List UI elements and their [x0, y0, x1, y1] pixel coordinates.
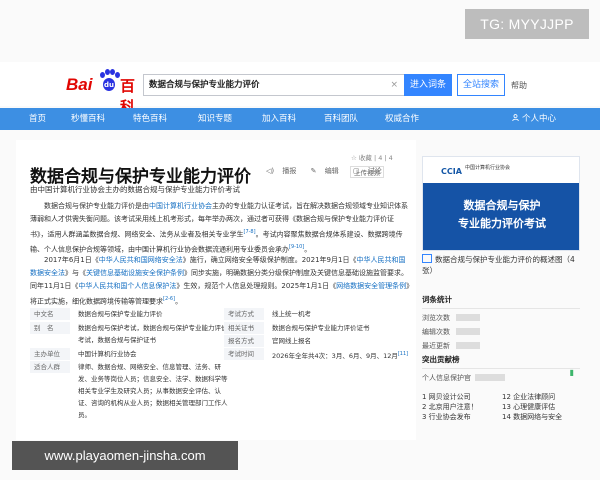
info-key: 适合人群: [30, 361, 70, 373]
main-nav: 首页 秒懂百科 特色百科 知识专题 加入百科 百科团队 权威合作 个人中心: [0, 108, 600, 130]
search-input[interactable]: 数据合规与保护专业能力评价 ×: [143, 74, 404, 96]
info-key: 报名方式: [224, 335, 264, 347]
info-value: 2026年全年共4次：3月、6月、9月、12月[11]: [272, 351, 409, 361]
link-ccia[interactable]: 中国计算机行业协会: [149, 202, 212, 210]
nav-item-team[interactable]: 百科团队: [324, 108, 358, 130]
hot-item[interactable]: 2 北京用户注意！: [422, 402, 478, 412]
article-panel: 数据合规与保护专业能力评价 ◁) 播报 ✎ 编辑 ▢ 讨论 ☆ 收藏 | 4 |…: [16, 140, 416, 440]
citation[interactable]: [9-10]: [289, 244, 304, 250]
info-value: 律师、数据合规、网络安全、信息管理、法务、研: [78, 363, 221, 371]
user-center-label: 个人中心: [521, 114, 556, 124]
poster-title-line1: 数据合规与保护: [463, 199, 541, 212]
paragraph-intro: 数据合规与保护专业能力评价是由中国计算机行业协会主办的专业能力认证考试，旨在解决…: [30, 202, 408, 254]
hot-item[interactable]: 1 网贝设计公司: [422, 392, 478, 402]
hot-item[interactable]: 12 企业法律顾问: [502, 392, 562, 402]
link-cii-regulation[interactable]: 关键信息基础设施安全保护条例: [86, 269, 184, 277]
clear-icon[interactable]: ×: [390, 75, 398, 95]
logo-bai-text: Bai: [66, 75, 93, 94]
enter-entry-button[interactable]: 进入词条: [404, 74, 452, 96]
info-key: 中文名: [30, 308, 70, 320]
info-key: 考试方式: [224, 308, 264, 320]
info-value: 考试，数据合规与保护证书: [78, 336, 156, 344]
bookmark-icon: ▮: [569, 368, 574, 377]
redacted-value: [456, 342, 480, 349]
search-input-value: 数据合规与保护专业能力评价: [149, 80, 260, 90]
nav-item-miaodong[interactable]: 秒懂百科: [71, 108, 105, 130]
contrib-label: 个人信息保护官: [422, 374, 471, 382]
nav-item-topics[interactable]: 知识专题: [198, 108, 232, 130]
ccia-logo: CCIA: [441, 167, 462, 176]
help-link[interactable]: 帮助: [511, 80, 527, 91]
info-value: 相关专业学生及研究人员；从事数据安全评估、认: [78, 387, 221, 395]
upload-video-button[interactable]: 上传视频: [350, 166, 384, 178]
speaker-icon: ◁): [266, 167, 275, 175]
paw-icon: du: [99, 69, 120, 92]
page: TG: MYYJJPP Bai du 百科 数据合规与保护专业能力评价 × 进入…: [0, 0, 600, 480]
redacted-value: [475, 374, 505, 381]
collect-like-share[interactable]: ☆ 收藏 | 4 | 4: [351, 152, 393, 162]
info-value: 员。: [78, 411, 91, 419]
info-key: 考试时间: [224, 348, 264, 360]
hot-item[interactable]: 3 行业协会发布: [422, 412, 478, 422]
redacted-value: [456, 328, 480, 335]
nav-item-join[interactable]: 加入百科: [262, 108, 296, 130]
contrib-title: 突出贡献榜: [422, 354, 580, 369]
info-value: 证、咨询的机构从业人员；数据相关管理部门工作人: [78, 399, 228, 407]
album-icon: [422, 254, 432, 263]
info-value: 数据合规与保护考试，数据合规与保护专业能力评价: [78, 324, 228, 332]
info-value: 数据合规与保护专业能力评价: [78, 310, 163, 318]
edit-button[interactable]: ✎ 编辑: [311, 167, 345, 175]
citation[interactable]: [2-6]: [163, 296, 175, 302]
link-cybersecurity-law[interactable]: 中华人民共和国网络安全法: [99, 256, 183, 264]
entry-stats: 词条统计 浏览次数 编辑次数 最近更新: [422, 294, 580, 351]
link-pipl[interactable]: 中华人民共和国个人信息保护法: [78, 282, 176, 290]
poster-title-line2: 专业能力评价考试: [458, 217, 546, 230]
stats-edits-label: 编辑次数: [422, 328, 450, 336]
nav-item-home[interactable]: 首页: [29, 108, 46, 130]
redacted-value: [456, 314, 480, 321]
header: Bai du 百科 数据合规与保护专业能力评价 × 进入词条 全站搜索 帮助: [0, 62, 600, 116]
poster-org: 中国计算机行业协会: [465, 165, 511, 171]
info-value: 数据合规与保护专业能力评价证书: [272, 324, 370, 332]
nav-item-partners[interactable]: 权威合作: [385, 108, 419, 130]
info-key: 别 名: [30, 322, 70, 334]
citation[interactable]: [7-8]: [244, 229, 256, 235]
summary-image[interactable]: CCIA 中国计算机行业协会 数据合规与保护 专业能力评价考试: [422, 156, 580, 251]
hot-item[interactable]: 13 心理健康评估: [502, 402, 562, 412]
pencil-icon: ✎: [310, 167, 317, 175]
person-icon: [512, 108, 519, 130]
citation[interactable]: [11]: [398, 351, 408, 357]
album-link[interactable]: 数据合规与保护专业能力评价的概述图（4张）: [422, 254, 580, 276]
watermark-badge: TG: MYYJJPP: [465, 9, 589, 39]
watermark-url: www.playaomen-jinsha.com: [12, 441, 238, 470]
article-subtitle: 由中国计算机行业协会主办的数据合规与保护专业能力评价考试: [30, 185, 240, 194]
link-network-data-regulation[interactable]: 网络数据安全管理条例: [336, 282, 406, 290]
hot-item[interactable]: 14 数据网络与安全: [502, 412, 562, 422]
stats-updated-label: 最近更新: [422, 342, 450, 350]
info-key: 相关证书: [224, 322, 264, 334]
info-value: 中国计算机行业协会: [78, 350, 137, 358]
info-value: 官网线上报名: [272, 337, 311, 345]
baidu-baike-logo[interactable]: Bai du 百科: [66, 69, 144, 116]
info-key: 主办单位: [30, 348, 70, 360]
nav-item-featured[interactable]: 特色百科: [133, 108, 167, 130]
info-value: 发、业务等岗位人员；信息安全、法学、数据科学等: [78, 375, 228, 383]
contributor-board: 突出贡献榜 个人信息保护官 ▮: [422, 354, 580, 383]
info-value: 线上统一机考: [272, 310, 311, 318]
broadcast-button[interactable]: ◁) 播报: [266, 167, 302, 175]
paragraph-background: 2017年6月1日《中华人民共和国网络安全法》施行，确立网络安全等级保护制度。2…: [30, 256, 410, 306]
user-center-link[interactable]: 个人中心: [512, 108, 556, 130]
stats-title: 词条统计: [422, 294, 580, 309]
site-search-button[interactable]: 全站搜索: [457, 74, 505, 96]
stats-views-label: 浏览次数: [422, 314, 450, 322]
